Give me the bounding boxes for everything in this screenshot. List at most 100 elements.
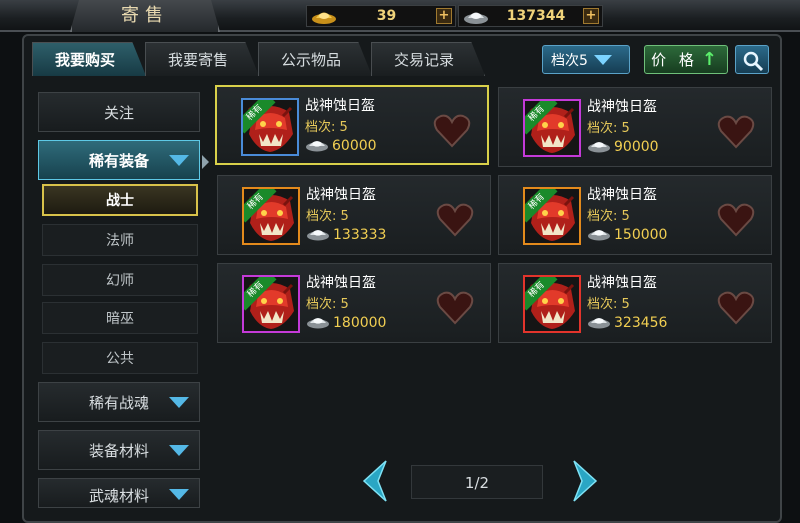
item-tier: 档次: 5 — [306, 297, 349, 312]
page-indicator: 1/2 — [411, 465, 543, 499]
gold-ingot-icon — [312, 12, 336, 24]
sidebar-item-label: 关注 — [103, 103, 134, 122]
item-card[interactable]: 稀有 战神蚀日盔 档次: 5 60000 — [215, 85, 489, 165]
item-card[interactable]: 稀有 战神蚀日盔 档次: 5 90000 — [498, 87, 772, 167]
heart-icon[interactable] — [433, 114, 471, 152]
item-thumbnail: 稀有 — [242, 275, 300, 333]
window-title: 寄售 — [70, 0, 220, 32]
item-price: 323456 — [614, 315, 668, 331]
chevron-down-icon — [169, 489, 189, 500]
item-thumbnail: 稀有 — [242, 187, 300, 245]
item-card[interactable]: 稀有 战神蚀日盔 档次: 5 180000 — [217, 263, 491, 343]
consignment-panel: 我要购买 我要寄售 公示物品 交易记录 档次5 价 格 ↑ 关注 稀有装备 战士… — [22, 34, 782, 523]
sidebar-subitem-label: 幻师 — [106, 273, 134, 289]
item-thumbnail: 稀有 — [241, 98, 299, 156]
sidebar-subitem-shadow-witch[interactable]: 暗巫 — [42, 302, 198, 334]
silver-ingot-icon — [464, 12, 488, 24]
item-name: 战神蚀日盔 — [587, 275, 657, 291]
item-tier: 档次: 5 — [587, 297, 630, 312]
silver-ingot-icon — [306, 313, 330, 333]
item-tier: 档次: 5 — [587, 121, 630, 136]
sidebar-subitem-label: 公共 — [106, 351, 134, 367]
sidebar-item-equip-material[interactable]: 装备材料 — [38, 430, 200, 470]
sidebar-item-label: 稀有装备 — [88, 151, 149, 170]
gold-amount: 39 — [376, 8, 397, 24]
item-price-row: 60000 — [305, 136, 377, 156]
item-price: 90000 — [614, 139, 659, 155]
item-price-row: 90000 — [587, 137, 659, 157]
item-price-row: 133333 — [306, 225, 386, 245]
sidebar-subitem-mage[interactable]: 法师 — [42, 224, 198, 256]
sidebar-item-label: 稀有战魂 — [88, 393, 149, 412]
item-name: 战神蚀日盔 — [306, 187, 376, 203]
arrow-right-icon[interactable] — [570, 459, 600, 503]
item-tier: 档次: 5 — [305, 120, 348, 135]
sidebar-item-label: 武魂材料 — [88, 487, 149, 505]
sidebar-subitem-label: 战士 — [106, 193, 134, 209]
tier-filter-dropdown[interactable]: 档次5 — [542, 45, 630, 74]
silver-balance: 137344 + — [458, 5, 603, 27]
chevron-down-icon — [169, 396, 189, 408]
heart-icon[interactable] — [436, 291, 474, 329]
silver-ingot-icon — [587, 137, 611, 157]
sidebar-item-label: 装备材料 — [88, 441, 149, 460]
item-thumbnail: 稀有 — [523, 99, 581, 157]
item-price: 180000 — [333, 315, 387, 331]
heart-icon[interactable] — [717, 203, 755, 241]
item-name: 战神蚀日盔 — [305, 98, 375, 114]
sidebar-pointer-icon — [202, 155, 209, 169]
tab-buy[interactable]: 我要购买 — [32, 42, 147, 76]
item-card[interactable]: 稀有 战神蚀日盔 档次: 5 133333 — [217, 175, 491, 255]
item-name: 战神蚀日盔 — [306, 275, 376, 291]
sidebar-item-rare-soul[interactable]: 稀有战魂 — [38, 382, 200, 422]
tab-trade-records[interactable]: 交易记录 — [371, 42, 486, 76]
search-icon — [743, 51, 764, 72]
arrow-left-icon[interactable] — [360, 459, 390, 503]
heart-icon[interactable] — [436, 203, 474, 241]
search-button[interactable] — [735, 45, 769, 74]
chevron-down-icon — [169, 444, 189, 456]
arrow-up-icon: ↑ — [701, 49, 721, 70]
silver-amount: 137344 — [506, 8, 566, 24]
item-price: 133333 — [333, 227, 387, 243]
silver-ingot-icon — [587, 313, 611, 333]
sidebar-subitem-warrior[interactable]: 战士 — [42, 184, 198, 216]
tab-public-items[interactable]: 公示物品 — [258, 42, 373, 76]
item-tier: 档次: 5 — [306, 209, 349, 224]
sidebar-subitem-label: 法师 — [106, 233, 134, 249]
tab-bar: 我要购买 我要寄售 公示物品 交易记录 — [32, 42, 486, 76]
tab-sell[interactable]: 我要寄售 — [145, 42, 260, 76]
add-gold-button[interactable]: + — [436, 8, 452, 24]
chevron-down-icon — [593, 54, 612, 65]
item-thumbnail: 稀有 — [523, 275, 581, 333]
item-card[interactable]: 稀有 战神蚀日盔 档次: 5 150000 — [498, 175, 772, 255]
sidebar-subitem-label: 暗巫 — [106, 311, 134, 327]
gold-balance: 39 + — [306, 5, 456, 27]
silver-ingot-icon — [306, 225, 330, 245]
heart-icon[interactable] — [717, 115, 755, 153]
tier-filter-label: 档次5 — [551, 52, 588, 69]
item-price-row: 323456 — [587, 313, 667, 333]
item-name: 战神蚀日盔 — [587, 99, 657, 115]
item-price-row: 180000 — [306, 313, 386, 333]
sidebar-item-follow[interactable]: 关注 — [38, 92, 200, 132]
item-price-row: 150000 — [587, 225, 667, 245]
price-sort-button[interactable]: 价 格 ↑ — [644, 45, 728, 74]
item-tier: 档次: 5 — [587, 209, 630, 224]
silver-ingot-icon — [305, 136, 329, 156]
item-card[interactable]: 稀有 战神蚀日盔 档次: 5 323456 — [498, 263, 772, 343]
sidebar-subitem-common[interactable]: 公共 — [42, 342, 198, 374]
title-bar: 寄售 39 + 137344 + — [0, 0, 800, 32]
price-sort-label: 价 格 — [651, 51, 698, 69]
item-price: 60000 — [332, 138, 377, 154]
item-thumbnail: 稀有 — [523, 187, 581, 245]
item-name: 战神蚀日盔 — [587, 187, 657, 203]
heart-icon[interactable] — [717, 291, 755, 329]
sidebar-item-rare-equipment[interactable]: 稀有装备 — [38, 140, 200, 180]
item-price: 150000 — [614, 227, 668, 243]
add-silver-button[interactable]: + — [583, 8, 599, 24]
silver-ingot-icon — [587, 225, 611, 245]
sidebar-item-soul-material[interactable]: 武魂材料 — [38, 478, 200, 508]
sidebar-subitem-illusionist[interactable]: 幻师 — [42, 264, 198, 296]
chevron-down-icon — [169, 154, 189, 166]
